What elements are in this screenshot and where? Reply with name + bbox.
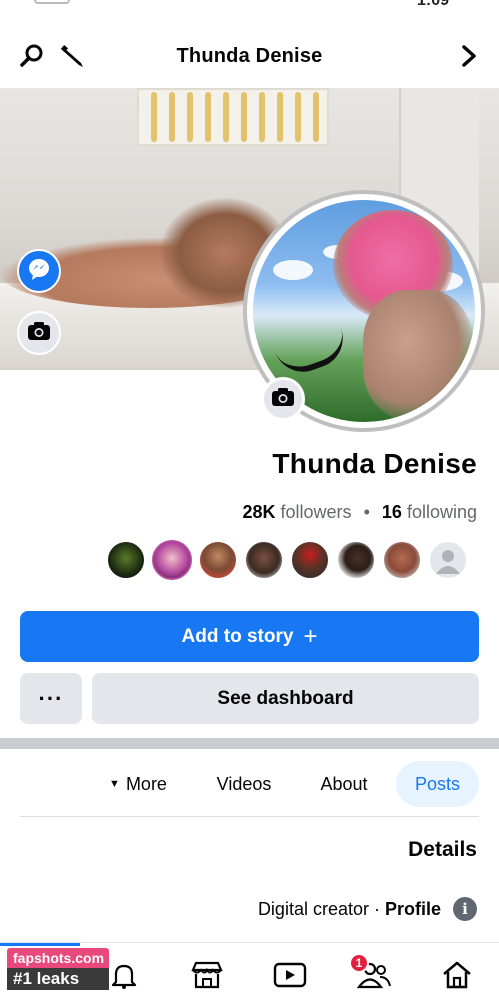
header-title: Thunda Denise (176, 44, 323, 67)
top-header: Thunda Denise (0, 30, 499, 82)
camera-icon (27, 321, 51, 346)
cover-wall-art (137, 88, 329, 146)
add-to-story-button[interactable]: Add to story + (20, 611, 479, 662)
battery-indicator (34, 0, 70, 4)
marketplace-icon[interactable] (187, 955, 227, 995)
status-bar: 1:09 (0, 0, 499, 22)
profile-tabs: Posts About Videos ▼ More (0, 757, 499, 811)
caret-down-icon: ▼ (109, 778, 120, 790)
profile-picture-camera-button[interactable] (261, 377, 305, 421)
section-divider (0, 738, 499, 749)
stats-separator: • (363, 502, 370, 522)
plus-icon: + (303, 622, 318, 650)
info-icon: i (453, 897, 477, 921)
following-count[interactable]: 16 (382, 502, 402, 522)
tab-posts[interactable]: Posts (396, 761, 479, 807)
followers-count[interactable]: 28K (242, 502, 275, 522)
see-dashboard-button[interactable]: See dashboard (92, 673, 479, 724)
nav-active-indicator (0, 943, 80, 946)
details-heading: Details (408, 838, 477, 861)
bell-icon[interactable] (104, 955, 144, 995)
chevron-right-icon[interactable] (455, 42, 483, 70)
friend-avatar[interactable] (106, 540, 146, 580)
following-label[interactable]: following (407, 502, 477, 522)
more-options-button[interactable]: ··· (20, 673, 82, 724)
friend-avatar-placeholder[interactable] (428, 540, 468, 580)
status-time: 1:09 (416, 0, 449, 9)
watermark: fapshots.com #1 leaks (7, 948, 109, 990)
profile-type-label: Profile (384, 898, 441, 919)
cover-camera-button[interactable] (17, 311, 61, 355)
tabs-divider (20, 816, 479, 817)
messenger-button[interactable] (17, 249, 61, 293)
edit-pencil-icon[interactable] (58, 42, 86, 70)
profile-type-separator: · (368, 898, 385, 919)
friend-avatar[interactable] (336, 540, 376, 580)
friends-avatar-row[interactable] (106, 540, 474, 582)
watermark-tagline: #1 leaks (7, 968, 109, 990)
friend-avatar[interactable] (152, 540, 192, 580)
search-icon[interactable] (18, 42, 46, 70)
video-icon[interactable] (270, 955, 310, 995)
friends-icon[interactable]: 1 (349, 953, 394, 995)
watermark-site: fapshots.com (7, 948, 109, 968)
profile-type-value: Digital creator (257, 898, 369, 919)
followers-label[interactable]: followers (281, 502, 352, 522)
tab-more-label: More (125, 773, 167, 794)
friend-avatar[interactable] (382, 540, 422, 580)
tab-more[interactable]: ▼ More (96, 761, 180, 807)
friend-avatar[interactable] (198, 540, 238, 580)
home-icon[interactable] (437, 955, 477, 995)
profile-name: Thunda Denise (272, 448, 477, 479)
friend-avatar[interactable] (290, 540, 330, 580)
friends-badge: 1 (349, 953, 369, 973)
add-story-label: Add to story (181, 625, 294, 647)
tab-about[interactable]: About (308, 761, 380, 807)
follow-stats: 28K followers • 16 following (0, 502, 477, 523)
tab-videos[interactable]: Videos (205, 761, 283, 807)
camera-icon (271, 387, 295, 412)
friend-avatar[interactable] (244, 540, 284, 580)
messenger-icon (26, 256, 52, 287)
detail-profile-type: Digital creator · Profile i (0, 896, 477, 922)
